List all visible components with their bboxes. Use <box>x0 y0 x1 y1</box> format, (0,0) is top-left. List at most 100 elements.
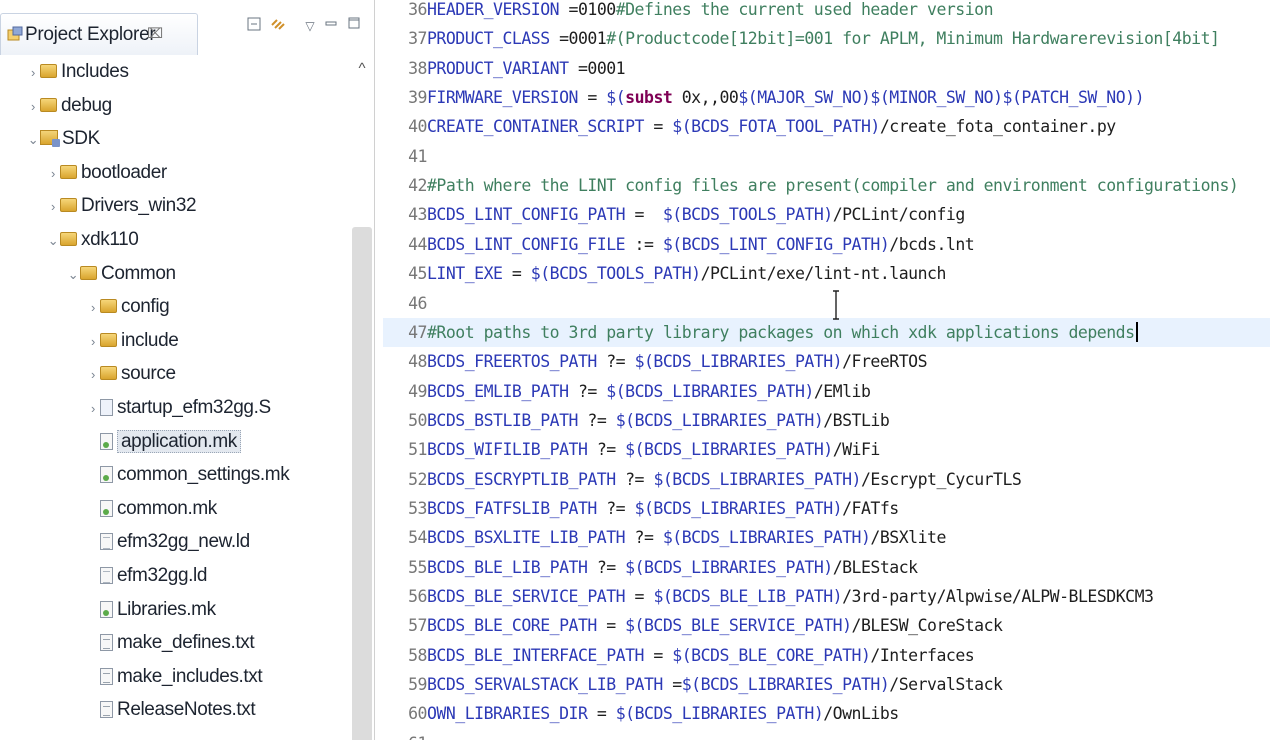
code-line[interactable]: 38PRODUCT_VARIANT =0001 <box>383 54 1270 83</box>
tree-item-label: Drivers_win32 <box>81 195 197 217</box>
tree-item-label: common_settings.mk <box>117 464 290 486</box>
scrollbar-thumb[interactable] <box>352 227 372 740</box>
code-line[interactable]: 36HEADER_VERSION =0100#Defines the curre… <box>383 0 1270 24</box>
explorer-scrollbar[interactable]: ^ <box>350 57 374 740</box>
code-line[interactable]: 53BCDS_FATFSLIB_PATH ?= $(BCDS_LIBRARIES… <box>383 494 1270 523</box>
line-number: 58 <box>408 645 427 665</box>
code-line[interactable]: 50BCDS_BSTLIB_PATH ?= $(BCDS_LIBRARIES_P… <box>383 406 1270 435</box>
code-text: LINT_EXE = $(BCDS_TOOLS_PATH)/PCLint/exe… <box>427 264 946 283</box>
code-line[interactable]: 40CREATE_CONTAINER_SCRIPT = $(BCDS_FOTA_… <box>383 112 1270 141</box>
code-line[interactable]: 48BCDS_FREERTOS_PATH ?= $(BCDS_LIBRARIES… <box>383 347 1270 376</box>
code-token-var: BCDS_FATFSLIB_PATH <box>427 498 597 518</box>
code-line[interactable]: 58BCDS_BLE_INTERFACE_PATH = $(BCDS_BLE_C… <box>383 641 1270 670</box>
tree-item-debug[interactable]: › debug <box>26 91 112 121</box>
collapsed-chevron-icon[interactable]: › <box>26 92 40 122</box>
tree-item-common-mk[interactable]: common.mk <box>86 494 217 524</box>
collapse-all-icon[interactable] <box>244 16 264 36</box>
tree-item-make-includes-txt[interactable]: make_includes.txt <box>86 662 263 692</box>
tree-item-common-settings-mk[interactable]: common_settings.mk <box>86 460 290 490</box>
code-token-plain: := <box>625 234 663 254</box>
collapsed-chevron-icon[interactable]: › <box>26 58 40 88</box>
code-token-var: BCDS_ESCRYPTLIB_PATH <box>427 469 616 489</box>
tree-item-xdk110[interactable]: ⌄ xdk110 <box>46 225 139 256</box>
code-token-comment: #(Productcode[12bit]=001 for APLM, Minim… <box>606 29 1220 49</box>
tree-item-releasenotes-txt[interactable]: ReleaseNotes.txt <box>86 695 256 725</box>
close-tab-icon[interactable]: ⌧ <box>147 25 163 42</box>
code-token-plain: = <box>625 205 663 225</box>
collapsed-chevron-icon[interactable]: › <box>86 360 100 390</box>
tree-item-includes[interactable]: › Includes <box>26 57 129 87</box>
folder-icon <box>40 97 57 112</box>
tree-item-source[interactable]: › source <box>86 359 176 389</box>
code-editor[interactable]: 36HEADER_VERSION =0100#Defines the curre… <box>383 0 1270 740</box>
code-line[interactable]: 57BCDS_BLE_CORE_PATH = $(BCDS_BLE_SERVIC… <box>383 611 1270 640</box>
line-number: 49 <box>408 381 427 401</box>
tree-item-startup-efm32gg-s[interactable]: › startup_efm32gg.S <box>86 393 271 423</box>
current-code-line[interactable]: 47#Root paths to 3rd party library packa… <box>383 317 1270 347</box>
code-line[interactable]: 59BCDS_SERVALSTACK_LIB_PATH =$(BCDS_LIBR… <box>383 670 1270 699</box>
tree-item-bootloader[interactable]: › bootloader <box>46 158 167 188</box>
code-token-var: $(BCDS_TOOLS_PATH) <box>662 205 833 225</box>
collapsed-chevron-icon[interactable]: › <box>46 159 60 189</box>
code-token-var: OWN_LIBRARIES_DIR <box>427 704 588 724</box>
tree-item-libraries-mk[interactable]: Libraries.mk <box>86 595 216 625</box>
code-line[interactable]: 44BCDS_LINT_CONFIG_FILE := $(BCDS_LINT_C… <box>383 230 1270 259</box>
collapsed-chevron-icon[interactable]: › <box>86 394 100 424</box>
code-line[interactable]: 51BCDS_WIFILIB_PATH ?= $(BCDS_LIBRARIES_… <box>383 435 1270 464</box>
line-number: 54 <box>408 528 427 548</box>
code-token-plain: /BSTLib <box>823 410 890 430</box>
code-token-var: $(BCDS_FOTA_TOOL_PATH) <box>672 117 880 137</box>
tree-item-label: Libraries.mk <box>117 598 216 620</box>
code-line[interactable]: 61 <box>383 729 1270 740</box>
code-line[interactable]: 54BCDS_BSXLITE_LIB_PATH ?= $(BCDS_LIBRAR… <box>383 523 1270 552</box>
tree-item-sdk[interactable]: ⌄ SDK <box>26 124 101 155</box>
minimize-icon[interactable] <box>321 16 341 36</box>
maximize-icon[interactable] <box>344 16 364 36</box>
line-number: 45 <box>408 264 427 284</box>
code-text: BCDS_EMLIB_PATH ?= $(BCDS_LIBRARIES_PATH… <box>427 382 871 401</box>
collapsed-chevron-icon[interactable]: › <box>46 192 60 222</box>
code-token-plain: = <box>643 117 673 137</box>
code-line[interactable]: 52BCDS_ESCRYPTLIB_PATH ?= $(BCDS_LIBRARI… <box>383 465 1270 494</box>
folder-icon <box>60 198 77 213</box>
view-menu-icon[interactable]: ▽ <box>300 16 320 36</box>
code-token-plain: /FreeRTOS <box>842 352 928 372</box>
tree-item-efm32gg-new-ld[interactable]: efm32gg_new.ld <box>86 527 250 557</box>
code-line[interactable]: 39FIRMWARE_VERSION = $(subst 0x,,00$(MAJ… <box>383 83 1270 112</box>
code-line[interactable]: 37PRODUCT_CLASS =0001#(Productcode[12bit… <box>383 24 1270 53</box>
code-line[interactable]: 46 <box>383 289 1270 318</box>
text-caret <box>1135 321 1138 342</box>
link-with-editor-icon[interactable] <box>268 16 288 36</box>
code-line[interactable]: 49BCDS_EMLIB_PATH ?= $(BCDS_LIBRARIES_PA… <box>383 377 1270 406</box>
tree-item-make-defines-txt[interactable]: make_defines.txt <box>86 628 255 658</box>
scroll-up-icon[interactable]: ^ <box>350 57 374 81</box>
tree-item-include[interactable]: › include <box>86 326 179 357</box>
expanded-chevron-icon[interactable]: ⌄ <box>26 125 40 155</box>
tree-item-config[interactable]: › config <box>86 292 170 323</box>
tree-item-efm32gg-ld[interactable]: efm32gg.ld <box>86 561 207 591</box>
tree-item-common[interactable]: ⌄ Common <box>66 259 176 289</box>
project-explorer-title: Project Explorer <box>25 24 156 45</box>
code-token-plain: ?= <box>615 469 654 489</box>
code-token-plain: ?= <box>587 440 626 460</box>
code-line[interactable]: 41 <box>383 142 1270 171</box>
code-line[interactable]: 56BCDS_BLE_SERVICE_PATH = $(BCDS_BLE_LIB… <box>383 582 1270 611</box>
expanded-chevron-icon[interactable]: ⌄ <box>46 226 60 256</box>
code-line[interactable]: 42#Path where the LINT config files are … <box>383 171 1270 200</box>
tree-item-label: bootloader <box>81 161 167 183</box>
tree-item-label: common.mk <box>117 497 217 519</box>
collapsed-chevron-icon[interactable]: › <box>86 293 100 323</box>
code-line[interactable]: 55BCDS_BLE_LIB_PATH ?= $(BCDS_LIBRARIES_… <box>383 553 1270 582</box>
collapsed-chevron-icon[interactable]: › <box>86 327 100 357</box>
tree-item-drivers-win32[interactable]: › Drivers_win32 <box>46 191 197 222</box>
code-line[interactable]: 60OWN_LIBRARIES_DIR = $(BCDS_LIBRARIES_P… <box>383 699 1270 728</box>
folder-icon <box>100 332 117 347</box>
tree-item-label: Common <box>101 262 176 284</box>
code-line[interactable]: 43BCDS_LINT_CONFIG_PATH = $(BCDS_TOOLS_P… <box>383 200 1270 229</box>
expanded-chevron-icon[interactable]: ⌄ <box>66 260 80 290</box>
code-line[interactable]: 45LINT_EXE = $(BCDS_TOOLS_PATH)/PCLint/e… <box>383 259 1270 288</box>
folder-icon <box>80 265 97 280</box>
tree-item-application-mk[interactable]: application.mk <box>86 427 241 457</box>
code-token-var: BCDS_LINT_CONFIG_PATH <box>427 205 626 225</box>
project-explorer-tab[interactable]: Project Explorer ⌧ <box>0 13 198 55</box>
